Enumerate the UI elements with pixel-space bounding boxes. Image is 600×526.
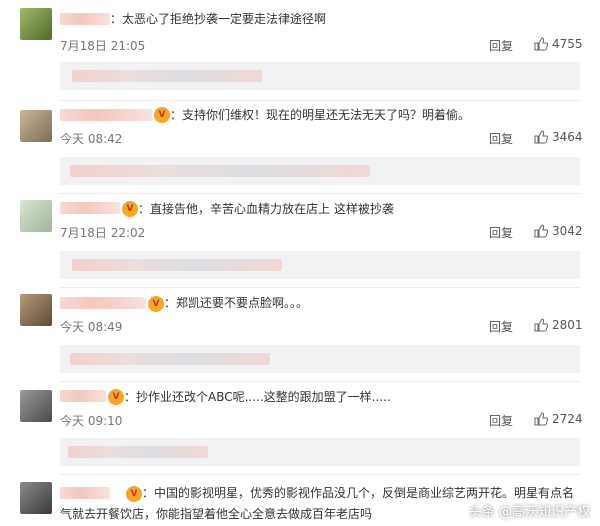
divider bbox=[60, 381, 580, 382]
sub-comment-box[interactable] bbox=[60, 345, 580, 373]
sub-comment-blurred bbox=[70, 165, 370, 177]
thumbs-up-icon bbox=[534, 37, 549, 51]
comment-text: ：抄作业还改个ABC呢.....这整的跟加盟了一样..... bbox=[124, 390, 391, 404]
vip-badge-icon: V bbox=[154, 107, 170, 123]
divider bbox=[60, 474, 580, 475]
username-blurred[interactable] bbox=[60, 109, 152, 121]
sub-comment-box[interactable] bbox=[60, 438, 580, 466]
avatar[interactable] bbox=[20, 8, 52, 40]
comment-time: 今天 09:10 bbox=[60, 414, 123, 428]
comment-time: 今天 08:49 bbox=[60, 320, 123, 334]
like-button[interactable]: 4755 bbox=[534, 37, 583, 51]
avatar[interactable] bbox=[20, 200, 52, 232]
username-blurred[interactable] bbox=[60, 202, 120, 214]
reply-button[interactable]: 回复 bbox=[489, 318, 513, 335]
watermark: 头条 @高沃知识产权 bbox=[468, 505, 590, 520]
comment-time: 7月18日 22:02 bbox=[60, 226, 146, 240]
comment-time: 7月18日 21:05 bbox=[60, 39, 146, 53]
comment-time: 今天 08:42 bbox=[60, 132, 123, 146]
sub-comment-box[interactable] bbox=[60, 251, 580, 279]
like-button[interactable]: 2801 bbox=[534, 318, 583, 332]
avatar[interactable] bbox=[20, 482, 52, 514]
like-count: 2801 bbox=[552, 318, 583, 332]
username-blurred[interactable] bbox=[60, 487, 110, 499]
like-button[interactable]: 3464 bbox=[534, 130, 583, 144]
vip-badge-icon: V bbox=[108, 389, 124, 405]
avatar[interactable] bbox=[20, 294, 52, 326]
sub-comment-box[interactable] bbox=[60, 157, 580, 185]
divider bbox=[60, 287, 580, 288]
reply-button[interactable]: 回复 bbox=[489, 130, 513, 147]
thumbs-up-icon bbox=[534, 130, 549, 144]
comment-text: ：中国的影视明星，优秀的影视作品没几个，反倒是商业综艺两开花。明星有点名 bbox=[142, 486, 575, 500]
avatar[interactable] bbox=[20, 110, 52, 142]
username-blurred[interactable] bbox=[60, 390, 106, 402]
comment-text-continued: 气就去开餐饮店，你能指望着他全心全意去做成百年老店吗 bbox=[60, 507, 373, 521]
like-count: 2724 bbox=[552, 412, 583, 426]
comment-text: ：郑凯还要不要点脸啊。。。 bbox=[164, 296, 309, 310]
like-button[interactable]: 3042 bbox=[534, 224, 583, 238]
reply-button[interactable]: 回复 bbox=[489, 412, 513, 429]
comment-text: ：太恶心了拒绝抄袭一定要走法律途径啊 bbox=[110, 12, 327, 26]
comment-text: ：支持你们维权！现在的明星还无法无天了吗？明着偷。 bbox=[170, 108, 471, 122]
like-button[interactable]: 2724 bbox=[534, 412, 583, 426]
reply-button[interactable]: 回复 bbox=[489, 37, 513, 54]
avatar[interactable] bbox=[20, 390, 52, 422]
like-count: 3042 bbox=[552, 224, 583, 238]
username-blurred[interactable] bbox=[60, 297, 146, 309]
divider bbox=[60, 193, 580, 194]
like-count: 4755 bbox=[552, 37, 583, 51]
vip-badge-icon: V bbox=[126, 486, 142, 502]
sub-comment-box[interactable] bbox=[60, 62, 580, 90]
reply-button[interactable]: 回复 bbox=[489, 224, 513, 241]
sub-comment-blurred bbox=[72, 259, 282, 271]
username-blurred[interactable] bbox=[60, 13, 110, 25]
thumbs-up-icon bbox=[534, 224, 549, 238]
like-count: 3464 bbox=[552, 130, 583, 144]
sub-comment-blurred bbox=[70, 353, 270, 365]
vip-badge-icon: V bbox=[122, 201, 138, 217]
thumbs-up-icon bbox=[534, 318, 549, 332]
thumbs-up-icon bbox=[534, 412, 549, 426]
sub-comment-blurred bbox=[72, 70, 262, 82]
vip-badge-icon: V bbox=[148, 296, 164, 312]
divider bbox=[60, 100, 580, 101]
sub-comment-blurred bbox=[68, 446, 208, 458]
comment-text: ：直接告他，辛苦心血精力放在店上 这样被抄袭 bbox=[138, 202, 394, 216]
